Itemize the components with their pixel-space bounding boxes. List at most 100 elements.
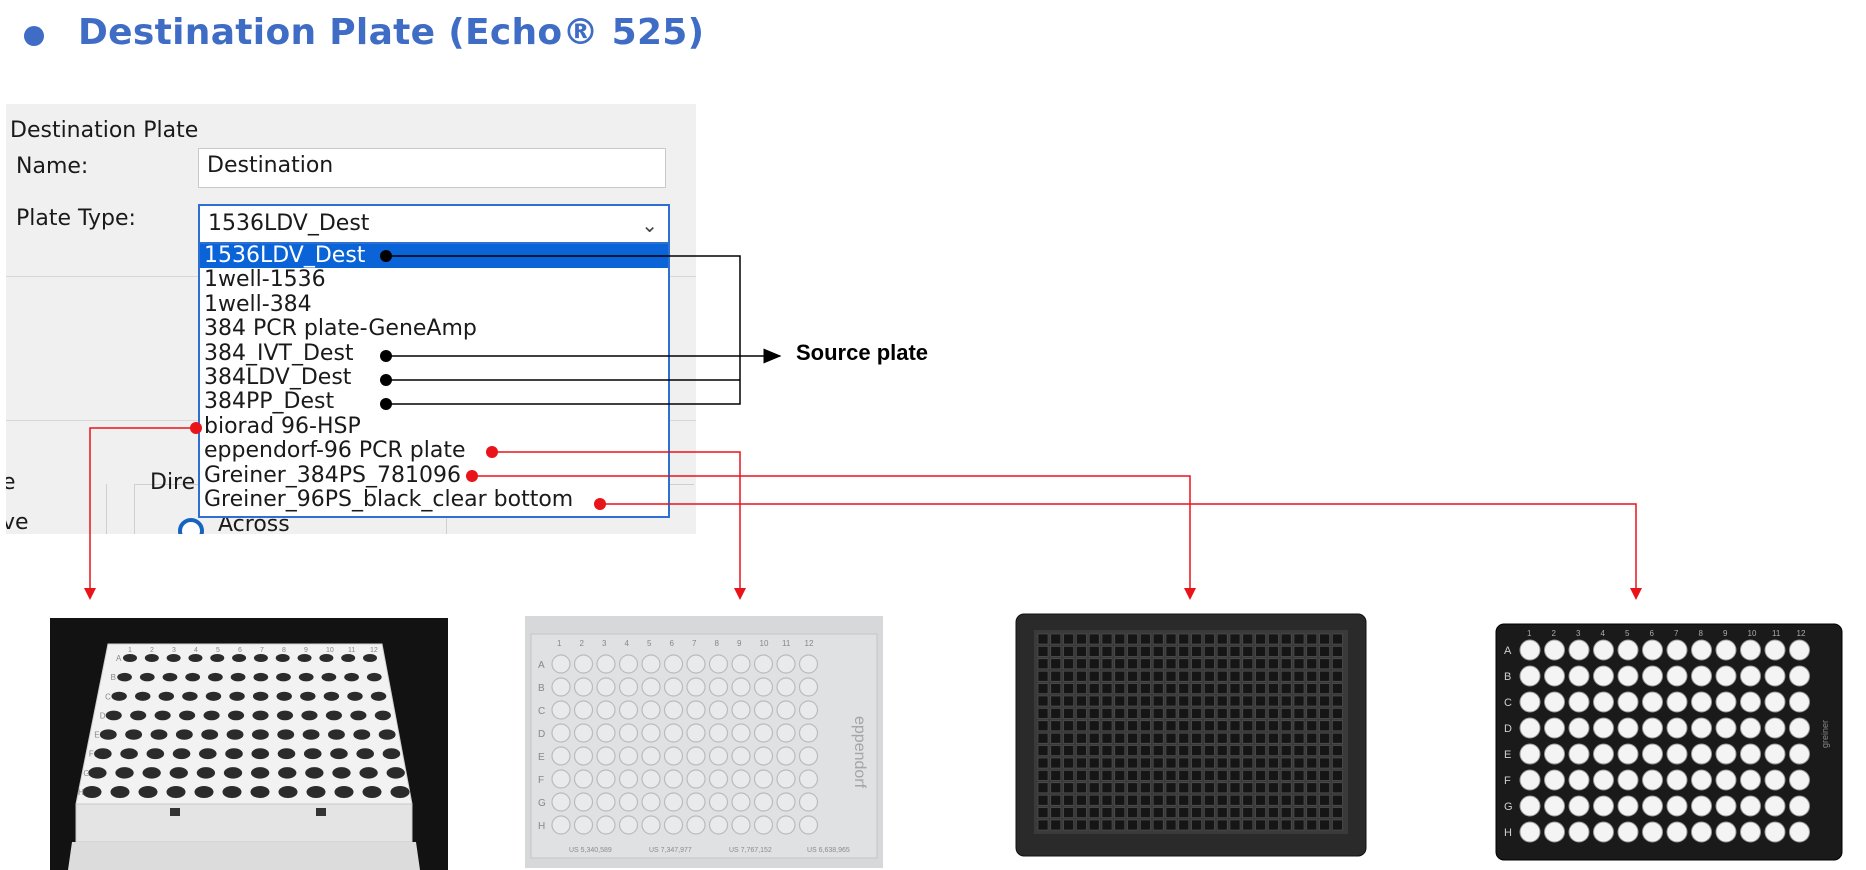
column-label: 11 [782,639,791,648]
well [205,691,222,701]
well [328,729,345,740]
well [1293,782,1305,794]
well [596,815,616,835]
well [1152,807,1164,818]
well [1519,691,1541,713]
well [1127,807,1138,818]
well [1063,745,1074,756]
well [1789,769,1810,791]
well [1319,757,1330,769]
well [1165,745,1177,756]
well [1178,670,1190,682]
well [1332,732,1343,744]
well [1140,720,1151,732]
well [753,654,774,674]
well [1127,658,1138,670]
well [1127,708,1138,719]
column-label: 1 [557,639,562,648]
well [1568,769,1590,791]
well [1306,794,1318,806]
well [1319,683,1330,694]
well [1076,720,1087,732]
well [1242,646,1254,657]
well [1101,695,1113,707]
well [551,654,571,674]
well [1306,646,1318,657]
well [686,677,706,697]
well [1764,717,1786,739]
well [1789,665,1810,687]
well [110,786,130,798]
well [1165,770,1177,781]
well [618,654,639,674]
well [551,746,571,766]
well [1242,807,1254,818]
greiner-brand-text: greiner [1820,720,1830,748]
row-label: F [1504,775,1511,787]
well [573,723,594,743]
well [1544,665,1565,687]
well [1037,708,1049,719]
column-label: 4 [1601,629,1606,638]
well [1101,683,1113,694]
row-label: E [94,731,99,740]
well [1216,670,1228,682]
row-label: C [1504,697,1512,709]
well [1519,717,1541,739]
well [1255,708,1266,719]
well [753,700,774,720]
well [275,654,290,662]
well [731,792,751,812]
source-plate-label: Source plate [796,340,929,365]
well [1037,819,1049,831]
well [1332,745,1343,756]
well [1280,770,1292,781]
well [1306,720,1318,732]
well [1306,782,1318,794]
well [1050,670,1062,682]
well [1037,695,1049,707]
well [1691,691,1712,713]
well [1617,691,1639,713]
well [1306,745,1318,756]
column-label: 7 [260,647,264,654]
well [1617,665,1639,687]
well [1216,770,1228,781]
well [1242,695,1254,707]
well [1242,745,1254,756]
well [1268,770,1279,781]
well [573,654,594,674]
well [1666,821,1688,843]
well [1332,670,1343,682]
well [1229,782,1241,794]
well [1306,683,1318,694]
well [1319,695,1330,707]
well [1268,720,1279,732]
well [1544,717,1565,739]
well [1666,769,1688,791]
well [663,723,684,743]
well [1204,782,1215,794]
well [731,677,751,697]
well [731,723,751,743]
well [1617,795,1639,817]
well [1242,782,1254,794]
well [1568,821,1590,843]
well [1255,807,1266,818]
well [1544,795,1565,817]
well [551,677,571,697]
well [1293,720,1305,732]
connector-dot [486,446,498,458]
well [319,654,334,662]
well [1088,670,1100,682]
well [1332,658,1343,670]
well [130,710,147,721]
well [753,815,774,835]
well [1178,794,1190,806]
well [188,654,203,662]
well [753,769,774,789]
well [1165,683,1177,694]
well [105,710,122,721]
well [731,769,751,789]
well [1178,695,1190,707]
